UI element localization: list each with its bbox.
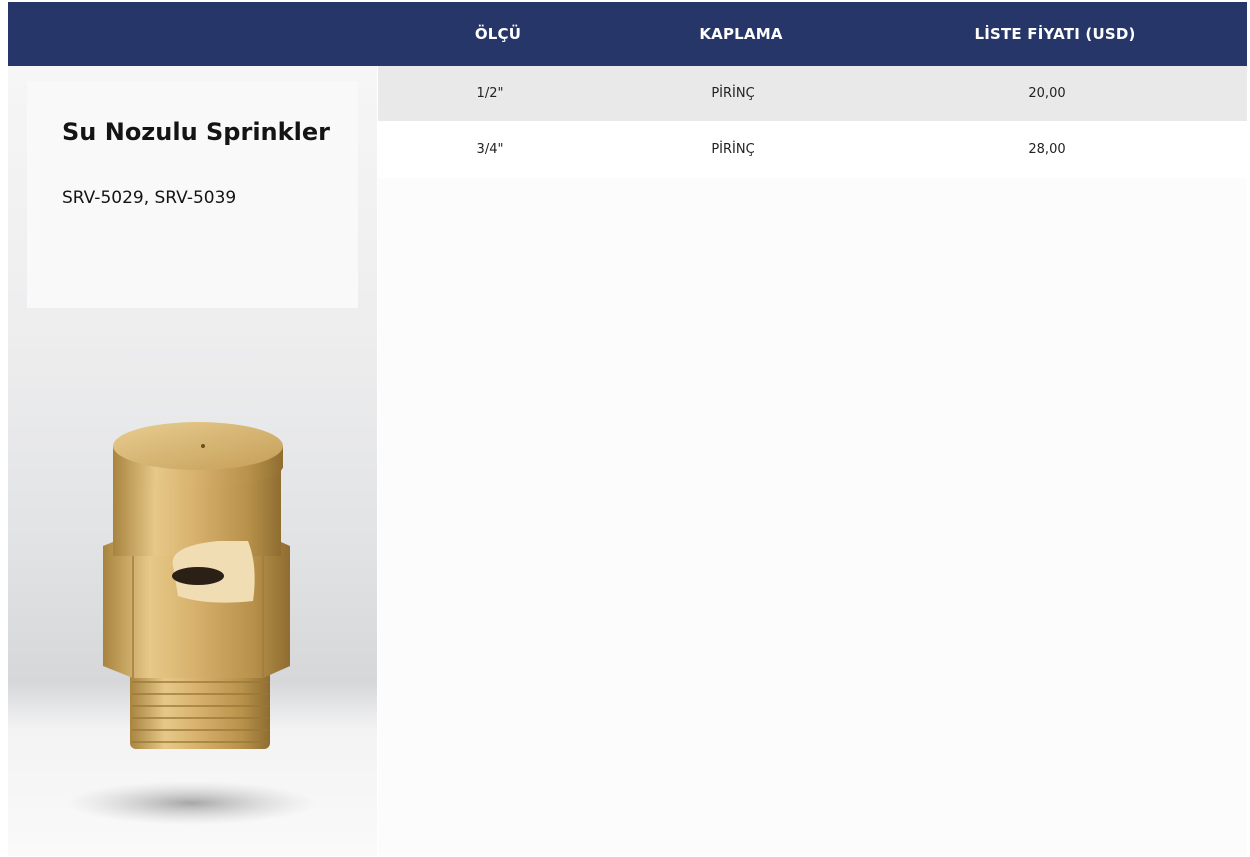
- table-row: 3/4" PİRİNÇ 28,00: [378, 121, 1247, 178]
- product-title: Su Nozulu Sprinkler: [62, 118, 330, 146]
- price-table: 1/2" PİRİNÇ 20,00 3/4" PİRİNÇ 28,00: [378, 66, 1247, 856]
- cell-size: 1/2": [476, 86, 504, 101]
- product-codes: SRV-5029, SRV-5039: [62, 188, 237, 208]
- table-row: 1/2" PİRİNÇ 20,00: [378, 66, 1247, 121]
- price-list-page: ÖLÇÜ KAPLAMA LİSTE FİYATI (USD) Su Nozul…: [0, 0, 1250, 857]
- product-panel: Su Nozulu Sprinkler SRV-5029, SRV-5039: [8, 66, 377, 856]
- cell-price: 20,00: [1028, 86, 1066, 101]
- cell-size: 3/4": [476, 142, 504, 157]
- table-header-bar: ÖLÇÜ KAPLAMA LİSTE FİYATI (USD): [8, 2, 1247, 66]
- cell-coating: PİRİNÇ: [711, 142, 755, 157]
- product-title-card: Su Nozulu Sprinkler SRV-5029, SRV-5039: [27, 81, 358, 308]
- header-coating: KAPLAMA: [699, 25, 783, 43]
- brass-sprinkler-nozzle-image: [66, 422, 316, 825]
- header-size: ÖLÇÜ: [474, 25, 522, 43]
- cell-coating: PİRİNÇ: [711, 86, 755, 101]
- header-list-price: LİSTE FİYATI (USD): [974, 25, 1136, 43]
- cell-price: 28,00: [1028, 142, 1066, 157]
